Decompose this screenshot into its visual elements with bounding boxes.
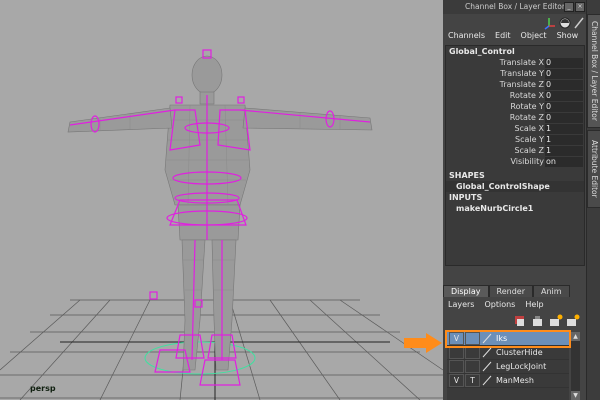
attr-row[interactable]: Rotate Y0 (446, 101, 584, 112)
attr-value[interactable]: 0 (545, 68, 583, 79)
axis-icon[interactable] (544, 18, 555, 30)
color-swatch-icon[interactable] (481, 361, 493, 372)
attr-value[interactable]: 0 (545, 112, 583, 123)
menu-options[interactable]: Options (479, 299, 520, 311)
menu-object[interactable]: Object (516, 30, 552, 42)
attribute-list: Global_Control Translate X0 Translate Y0… (445, 45, 585, 266)
layer-name: Iks (496, 334, 508, 343)
layer-toolbar (443, 311, 587, 331)
attr-value[interactable]: 1 (545, 134, 583, 145)
attr-label: Scale X (514, 124, 544, 133)
inputs-header: INPUTS (449, 193, 483, 202)
color-swatch-icon[interactable] (481, 375, 493, 386)
minimize-icon[interactable]: _ (564, 2, 574, 12)
camera-label: persp (30, 384, 56, 393)
shapes-header: SHAPES (449, 171, 485, 180)
tab-attribute-editor[interactable]: Attribute Editor (587, 130, 600, 208)
layer-name: LegLockJoint (496, 362, 547, 371)
attr-row[interactable]: Translate Y0 (446, 68, 584, 79)
template-toggle[interactable] (465, 332, 480, 345)
input-node[interactable]: makeNurbCircle1 (446, 203, 584, 214)
character-mesh (67, 55, 373, 371)
shape-node[interactable]: Global_ControlShape (446, 181, 584, 192)
attr-row[interactable]: Scale X1 (446, 123, 584, 134)
menu-show[interactable]: Show (552, 30, 584, 42)
side-tab-bar: Channel Box / Layer Editor Attribute Edi… (586, 0, 600, 400)
node-name[interactable]: Global_Control (446, 46, 584, 57)
template-toggle[interactable] (465, 346, 480, 359)
attr-value[interactable]: on (545, 156, 583, 167)
layer-down-icon[interactable] (533, 316, 542, 326)
channel-toolbar (443, 14, 587, 30)
tab-display[interactable]: Display (443, 285, 489, 297)
visibility-toggle[interactable] (449, 346, 464, 359)
attr-label: Translate Y (500, 69, 544, 78)
layer-row[interactable]: V T ManMesh (447, 374, 569, 388)
channel-box: Channel Box / Layer Editor _ × Channels … (443, 0, 587, 400)
attr-label: Translate X (499, 58, 544, 67)
attr-value[interactable]: 1 (545, 123, 583, 134)
layer-up-icon[interactable] (515, 316, 524, 326)
attr-label: Visibility (510, 157, 544, 166)
highlight-arrow-icon (404, 333, 442, 353)
template-toggle[interactable]: T (465, 374, 480, 387)
attr-value[interactable]: 0 (545, 79, 583, 90)
new-layer-selected-icon[interactable] (567, 314, 580, 327)
attr-label: Scale Z (514, 146, 544, 155)
pin-icon[interactable] (574, 17, 584, 29)
attr-value[interactable]: 0 (545, 101, 583, 112)
menu-channels[interactable]: Channels (443, 30, 490, 42)
channel-menu: Channels Edit Object Show (443, 30, 587, 42)
layer-scrollbar[interactable]: ▲ ▼ (571, 332, 580, 400)
layer-editor: Display Render Anim Layers Options Help (443, 285, 587, 400)
menu-edit[interactable]: Edit (490, 30, 516, 42)
attr-label: Translate Z (499, 80, 544, 89)
tab-render[interactable]: Render (488, 285, 533, 297)
tab-anim[interactable]: Anim (532, 285, 570, 297)
attr-row[interactable]: Visibility on (446, 156, 584, 167)
attr-label: Rotate Y (510, 102, 544, 111)
visibility-toggle[interactable]: V (449, 332, 464, 345)
attr-value[interactable]: 1 (545, 145, 583, 156)
attr-label: Scale Y (515, 135, 544, 144)
attr-row[interactable]: Rotate Z0 (446, 112, 584, 123)
scene-render (0, 49, 443, 400)
attr-value[interactable]: 0 (545, 90, 583, 101)
attr-label: Rotate X (509, 91, 544, 100)
scroll-up-icon[interactable]: ▲ (571, 332, 580, 341)
template-toggle[interactable] (465, 360, 480, 373)
attr-row[interactable]: Rotate X0 (446, 90, 584, 101)
scroll-down-icon[interactable]: ▼ (571, 391, 580, 400)
attr-row[interactable]: Scale Z1 (446, 145, 584, 156)
close-icon[interactable]: × (575, 2, 585, 12)
attr-row[interactable]: Scale Y1 (446, 134, 584, 145)
perspective-viewport[interactable]: persp (0, 0, 443, 400)
panel-titlebar: Channel Box / Layer Editor _ × (443, 0, 587, 14)
new-layer-icon[interactable] (550, 314, 563, 327)
attr-label: Rotate Z (509, 113, 544, 122)
channel-box-panel: Channel Box / Layer Editor _ × Channels … (443, 0, 600, 400)
tab-channel-box-layer-editor[interactable]: Channel Box / Layer Editor (587, 14, 600, 128)
attr-value[interactable]: 0 (545, 57, 583, 68)
color-swatch-icon[interactable] (481, 347, 493, 358)
layer-row[interactable]: LegLockJoint (447, 360, 569, 374)
color-swatch-icon[interactable] (481, 333, 493, 344)
attr-row[interactable]: Translate Z0 (446, 79, 584, 90)
layer-name: ManMesh (496, 376, 534, 385)
menu-layers[interactable]: Layers (443, 299, 479, 311)
menu-help[interactable]: Help (520, 299, 548, 311)
layer-row[interactable]: V Iks (445, 330, 571, 348)
panel-title: Channel Box / Layer Editor (465, 2, 565, 11)
layer-name: ClusterHide (496, 348, 543, 357)
visibility-toggle[interactable] (449, 360, 464, 373)
layer-list: V Iks ClusterHide LegLockJoint V T ManMe… (445, 330, 571, 400)
layer-row[interactable]: ClusterHide (447, 346, 569, 360)
attr-row[interactable]: Translate X0 (446, 57, 584, 68)
visibility-toggle[interactable]: V (449, 374, 464, 387)
